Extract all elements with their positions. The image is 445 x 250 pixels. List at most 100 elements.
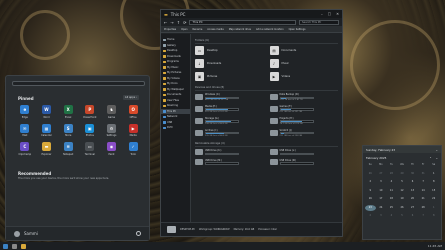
calendar-day[interactable]: 30 <box>407 171 418 177</box>
pinned-app[interactable]: ▶ Media <box>122 123 144 137</box>
chevron-up-icon[interactable]: ⌃ <box>429 156 431 160</box>
calendar-day[interactable]: 1 <box>428 171 439 177</box>
calendar-day[interactable]: 22 <box>428 196 439 202</box>
search-input[interactable]: Search This PC <box>299 19 339 25</box>
ribbon-command[interactable]: Properties <box>164 28 176 31</box>
all-apps-button[interactable]: All apps › <box>123 95 139 100</box>
calendar-day[interactable]: 29 <box>397 171 408 177</box>
drive-item[interactable]: Projects (H:) 74.1 GB free of 223 GB <box>269 117 339 125</box>
drive-item[interactable]: Windows (C:) 86.0 GB free of 237 GB <box>195 93 264 101</box>
calendar-day[interactable]: 26 <box>397 205 408 211</box>
drive-item[interactable]: Scratch (J:) 211 GB free of 238 GB <box>269 129 339 137</box>
calendar-day[interactable]: 21 <box>418 196 429 202</box>
pinned-app[interactable]: W Word <box>36 105 58 119</box>
folder-item[interactable]: ▣ Pictures <box>195 72 264 81</box>
pinned-app[interactable]: C Clipchamp <box>14 142 36 156</box>
calendar-day[interactable]: 17 <box>376 196 387 202</box>
user-avatar[interactable] <box>14 230 20 237</box>
calendar-day[interactable]: 9 <box>365 188 376 194</box>
chevron-down-icon[interactable]: ⌄ <box>436 156 438 160</box>
nav-item[interactable]: DVD <box>161 125 190 131</box>
up-icon[interactable]: ↑ <box>177 20 180 25</box>
calendar-day[interactable]: 2 <box>365 213 376 219</box>
folder-item[interactable]: ▶ Videos <box>269 72 339 81</box>
file-explorer-icon[interactable] <box>21 243 26 249</box>
calendar-day[interactable]: 4 <box>386 213 397 219</box>
folder-item[interactable]: ▭ Desktop <box>195 46 264 55</box>
drive-item[interactable]: USB Drive (K:) <box>195 149 264 156</box>
pinned-app[interactable]: ▭ Terminal <box>79 142 101 156</box>
ribbon-command[interactable]: Rename <box>192 28 202 31</box>
calendar-day[interactable]: 25 <box>386 205 397 211</box>
ribbon-command[interactable]: Access media <box>207 28 223 31</box>
drive-item[interactable]: USB Drive (M:) <box>195 159 264 166</box>
calendar-day[interactable]: 31 <box>418 171 429 177</box>
ribbon-command[interactable]: Map network drive <box>229 28 251 31</box>
ribbon-command[interactable]: Open Settings <box>289 28 306 31</box>
pinned-app[interactable]: ▦ Calendar <box>36 123 58 137</box>
drive-item[interactable]: USB Drive (N:) <box>269 159 339 166</box>
drive-item[interactable]: USB Drive (L:) <box>269 149 339 156</box>
pinned-app[interactable]: ≡ Notepad <box>57 142 79 156</box>
drive-item[interactable]: Archive (I:) 205 GB free of 465 GB <box>195 129 264 137</box>
pinned-app[interactable]: X Excel <box>57 105 79 119</box>
section-header-devices[interactable]: Devices and drives (8) <box>195 86 338 91</box>
calendar-day[interactable]: 19 <box>397 196 408 202</box>
pinned-app[interactable]: ◉ Paint <box>101 142 123 156</box>
calendar-day[interactable]: 23 <box>365 204 376 211</box>
section-header-removable[interactable]: Removable storage (4) <box>195 142 338 147</box>
minimize-icon[interactable]: – <box>321 12 323 16</box>
start-search-input[interactable] <box>12 81 145 86</box>
calendar-day[interactable]: 5 <box>397 213 408 219</box>
ribbon-command[interactable]: Open <box>181 28 187 31</box>
start-icon[interactable] <box>3 243 8 249</box>
close-icon[interactable]: ✕ <box>336 12 339 16</box>
pinned-app[interactable]: e Edge <box>14 105 36 119</box>
pinned-app[interactable]: ▬ Explorer <box>36 142 58 156</box>
pinned-app[interactable]: P PowerPoint <box>79 105 101 119</box>
calendar-day[interactable]: 16 <box>365 196 376 202</box>
calendar-day[interactable]: 27 <box>407 205 418 211</box>
calendar-day[interactable]: 4 <box>386 179 397 185</box>
refresh-icon[interactable]: ⟳ <box>183 20 186 25</box>
calendar-month-label[interactable]: February 2025 <box>366 156 386 160</box>
calendar-day[interactable]: 7 <box>418 213 429 219</box>
calendar-day[interactable]: 3 <box>376 213 387 219</box>
calendar-day[interactable]: 2 <box>365 179 376 185</box>
folder-item[interactable]: ↓ Downloads <box>195 59 264 68</box>
calendar-day[interactable]: 15 <box>428 188 439 194</box>
calendar-day[interactable]: 10 <box>376 188 387 194</box>
pinned-app[interactable]: O Office <box>122 105 144 119</box>
user-name[interactable]: Sammi <box>24 231 38 236</box>
calendar-day[interactable]: 5 <box>397 179 408 185</box>
calendar-day[interactable]: 24 <box>376 205 387 211</box>
power-icon[interactable] <box>136 231 141 236</box>
pinned-app[interactable]: ♞ Game <box>101 105 123 119</box>
calendar-day[interactable]: 8 <box>428 179 439 185</box>
calendar-day[interactable]: 27 <box>376 171 387 177</box>
maximize-icon[interactable]: □ <box>328 12 331 16</box>
folder-item[interactable]: ♪ Music <box>269 59 339 68</box>
calendar-day[interactable]: 14 <box>418 188 429 194</box>
chevron-down-icon[interactable]: ⌄ <box>435 148 438 152</box>
drive-item[interactable]: Games (F:) 612 GB free of 931 GB <box>269 105 339 113</box>
calendar-day[interactable]: 20 <box>407 196 418 202</box>
pinned-app[interactable]: ✓ Todo <box>122 142 144 156</box>
section-header-folders[interactable]: Folders (6) <box>195 39 338 44</box>
calendar-day[interactable]: 6 <box>407 179 418 185</box>
calendar-day[interactable]: 12 <box>397 188 408 194</box>
calendar-day[interactable]: 3 <box>376 179 387 185</box>
calendar-day[interactable]: 28 <box>386 171 397 177</box>
calendar-day[interactable]: 1 <box>428 205 439 211</box>
forward-icon[interactable]: → <box>170 20 173 25</box>
drive-item[interactable]: Storage (G:) 108 GB free of 465 GB <box>195 117 264 125</box>
drive-item[interactable]: Media (E:) 301 GB free of 931 GB <box>195 105 264 113</box>
calendar-day[interactable]: 7 <box>418 179 429 185</box>
search-icon[interactable] <box>12 243 17 249</box>
pinned-app[interactable]: ▣ Photos <box>79 123 101 137</box>
ribbon-command[interactable]: Add a network location <box>256 28 284 31</box>
folder-item[interactable]: ▤ Documents <box>269 46 339 55</box>
calendar-day[interactable]: 13 <box>407 188 418 194</box>
calendar-day[interactable]: 11 <box>386 188 397 194</box>
clock[interactable]: 11:45 AM <box>428 244 442 248</box>
